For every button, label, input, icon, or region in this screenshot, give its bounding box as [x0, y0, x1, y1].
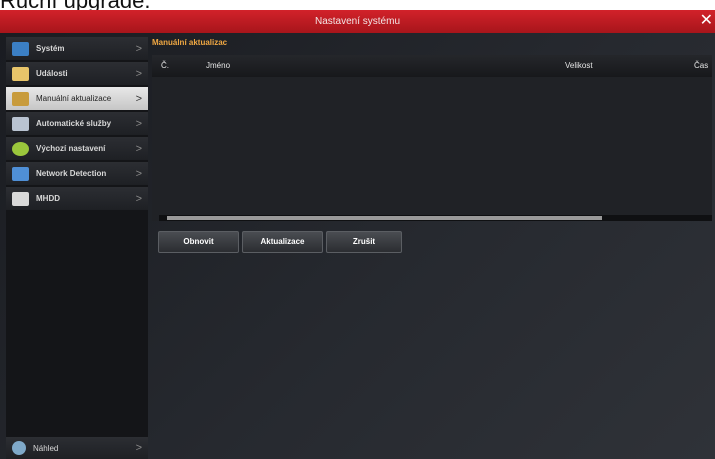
disk-icon: [12, 191, 29, 206]
sidebar-item-network-detection[interactable]: Network Detection >: [6, 162, 148, 185]
network-icon: [12, 166, 29, 181]
page-caption: Ruční upgrade.: [0, 0, 151, 13]
sidebar: Systém > Události > Manuální aktualizace…: [6, 37, 148, 459]
chevron-right-icon: >: [135, 142, 142, 155]
monitor-icon: [12, 41, 29, 56]
sidebar-item-defaults[interactable]: Výchozí nastavení >: [6, 137, 148, 160]
scrollbar-thumb[interactable]: [167, 216, 602, 220]
sidebar-item-events[interactable]: Události >: [6, 62, 148, 85]
close-icon[interactable]: ✕: [700, 10, 713, 32]
chevron-right-icon: >: [135, 442, 142, 454]
calendar-icon: [12, 66, 29, 81]
column-size[interactable]: Velikost: [565, 61, 593, 70]
window-title-bar: Nastavení systému ✕: [0, 10, 715, 33]
chevron-right-icon: >: [135, 167, 142, 180]
upgrade-button[interactable]: Aktualizace: [242, 231, 323, 253]
refresh-button[interactable]: Obnovit: [158, 231, 239, 253]
sidebar-item-label: Systém: [36, 44, 65, 53]
sidebar-item-label: Network Detection: [36, 169, 107, 178]
chevron-right-icon: >: [135, 117, 142, 130]
page-title: Manuální aktualizac: [152, 38, 228, 47]
chevron-right-icon: >: [135, 67, 142, 80]
reset-icon: [12, 141, 29, 156]
chevron-right-icon: >: [135, 192, 142, 205]
cancel-button[interactable]: Zrušit: [326, 231, 402, 253]
upgrade-icon: [12, 91, 29, 106]
sidebar-item-label: MHDD: [36, 194, 60, 203]
table-header: Č. Jméno Velikost Čas: [152, 55, 712, 77]
preview-label: Náhled: [33, 443, 59, 453]
column-time[interactable]: Čas: [694, 61, 708, 70]
preview-icon: [12, 441, 26, 455]
tools-icon: [12, 116, 29, 131]
sidebar-item-label: Výchozí nastavení: [36, 144, 106, 153]
sidebar-item-manual-upgrade[interactable]: Manuální aktualizace >: [6, 87, 148, 110]
sidebar-item-label: Události: [36, 69, 68, 78]
sidebar-item-auto-services[interactable]: Automatické služby >: [6, 112, 148, 135]
column-name[interactable]: Jméno: [206, 61, 230, 70]
sidebar-item-mhdd[interactable]: MHDD >: [6, 187, 148, 210]
sidebar-item-label: Manuální aktualizace: [36, 94, 112, 103]
sidebar-item-system[interactable]: Systém >: [6, 37, 148, 60]
sidebar-item-label: Automatické služby: [36, 119, 112, 128]
preview-button[interactable]: Náhled >: [6, 437, 148, 459]
settings-window: Systém > Události > Manuální aktualizace…: [0, 33, 715, 459]
chevron-right-icon: >: [135, 42, 142, 55]
horizontal-scrollbar[interactable]: [159, 215, 712, 221]
chevron-right-icon: >: [135, 92, 142, 105]
column-number[interactable]: Č.: [161, 61, 169, 70]
window-title: Nastavení systému: [314, 16, 401, 27]
upgrade-file-table: Č. Jméno Velikost Čas: [152, 55, 712, 221]
